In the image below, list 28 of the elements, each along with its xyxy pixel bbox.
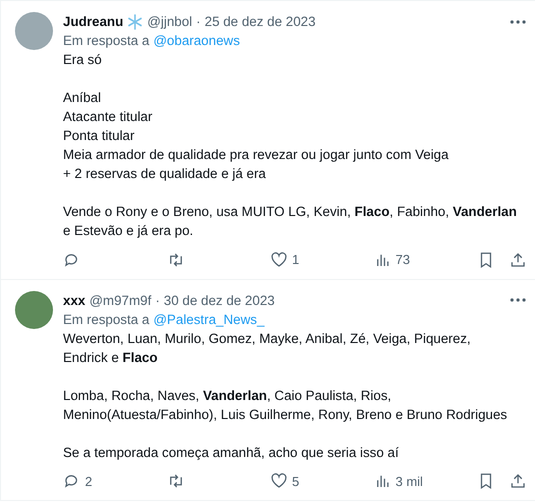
heart-icon — [270, 472, 288, 490]
tweet-text: Lomba, Rocha, Naves, Vanderlan, Caio Paulista, Rios, Menino(Atuesta/Fabinho), Luis Guilherme, Rony, Breno e Bruno Rodrigues — [63, 386, 508, 424]
reply-button[interactable]: 2 — [63, 472, 123, 491]
share-icon — [509, 250, 527, 269]
heart-icon — [270, 250, 288, 269]
display-name[interactable]: xxx — [63, 290, 86, 310]
views-button[interactable]: 3 mil — [374, 472, 434, 491]
tweet-text: Vende o Rony e o Breno, usa MUITO LG, Kevin, Flaco, Fabinho, Vanderlan e Estevão e já era po. — [63, 203, 518, 240]
views-button[interactable]: 73 — [374, 250, 434, 270]
avatar[interactable] — [15, 290, 53, 328]
post-date[interactable]: 30 de dez de 2023 — [164, 290, 275, 310]
tweet-text: Weverton, Luan, Murilo, Gomez, Mayke, Anibal, Zé, Veiga, Piquerez, Endrick e Flaco — [63, 330, 472, 366]
tweet-text: Era só — [63, 51, 103, 69]
user-handle[interactable]: @m97m9f — [89, 290, 152, 310]
post-date[interactable]: 25 de dez de 2023 — [204, 12, 316, 31]
reply-label: Em resposta a — [63, 32, 150, 50]
like-button[interactable]: 1 — [270, 250, 330, 270]
share-icon — [509, 472, 527, 490]
separator-text: · — [155, 292, 160, 310]
share-button[interactable] — [509, 250, 527, 269]
separator-text: · — [196, 13, 201, 31]
like-button[interactable]: 5 — [270, 472, 330, 491]
reply-label: Em resposta a — [63, 310, 150, 328]
display-name[interactable]: Judreanu — [63, 12, 124, 31]
tweet-text: Se a temporada começa amanhã, acho que seria isso aí — [63, 444, 400, 462]
share-button[interactable] — [509, 472, 527, 490]
tweet-text: Aníbal Atacante titular Ponta titular Meia armador de qualidade pra revezar ou jogar junto com Veiga + 2 reservas de qualidade e já era — [63, 89, 450, 183]
user-handle[interactable]: @jjnbol — [147, 12, 192, 31]
